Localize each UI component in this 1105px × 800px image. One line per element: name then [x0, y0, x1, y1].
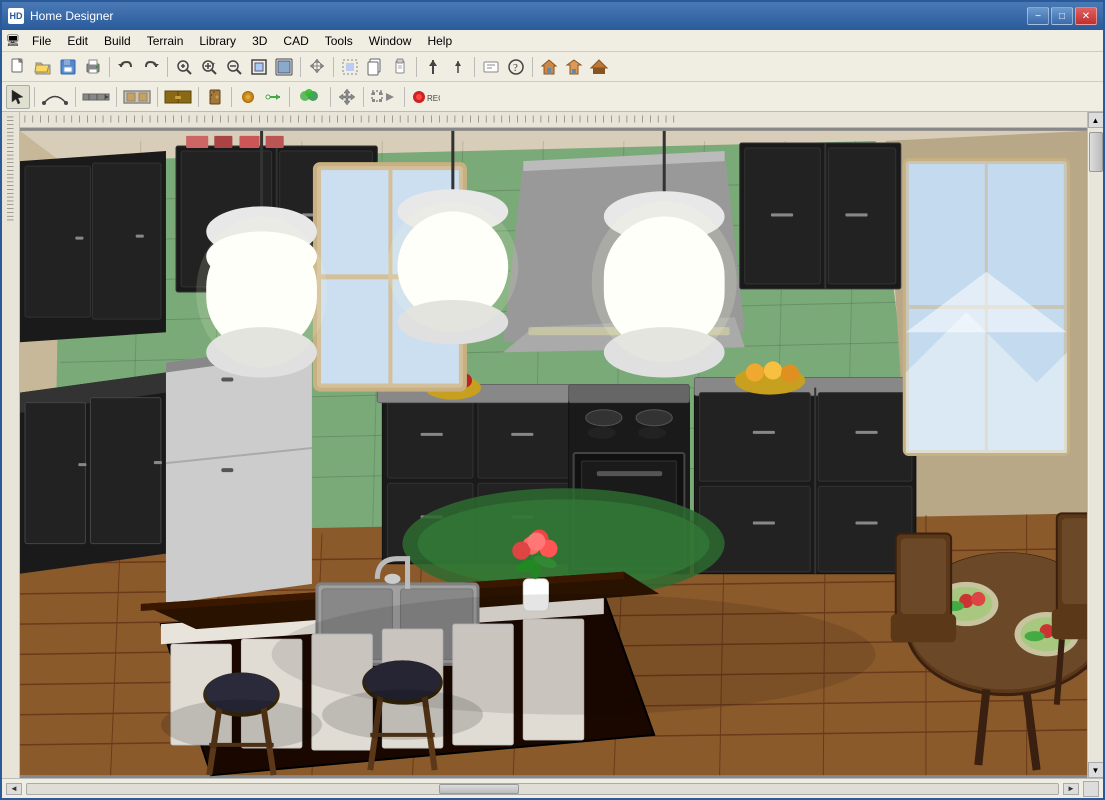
status-bar: ◄ ►	[2, 778, 1103, 798]
texture-tool-button[interactable]	[261, 85, 285, 109]
scroll-track-right[interactable]	[1089, 128, 1103, 762]
menu-build[interactable]: Build	[96, 32, 139, 50]
pan-button[interactable]	[305, 55, 329, 79]
maximize-button[interactable]: □	[1051, 7, 1073, 25]
menu-3d[interactable]: 3D	[244, 32, 275, 50]
save-button[interactable]	[56, 55, 80, 79]
toolbar-main: +	[2, 52, 1103, 82]
app-window: HD Home Designer − □ ✕ 🖥 File Edit Build…	[0, 0, 1105, 800]
sep-t2-5	[198, 87, 199, 107]
arrow-button[interactable]	[421, 55, 445, 79]
top-ruler-marks: ||||||||||||||||||||||||||||||||||||||||…	[24, 116, 681, 123]
copy-button[interactable]	[363, 55, 387, 79]
select-tool-button[interactable]	[6, 85, 30, 109]
separator-1	[109, 57, 110, 77]
menu-tools[interactable]: Tools	[317, 32, 361, 50]
plant-tool-button[interactable]	[294, 85, 326, 109]
select-all-button[interactable]	[338, 55, 362, 79]
room-tool-button[interactable]	[121, 85, 153, 109]
move-up-button[interactable]	[446, 55, 470, 79]
symbol-button[interactable]	[479, 55, 503, 79]
scroll-up-arrow[interactable]: ▲	[1088, 112, 1104, 128]
sep-t2-2	[75, 87, 76, 107]
fill-button[interactable]	[272, 55, 296, 79]
menu-library[interactable]: Library	[191, 32, 244, 50]
cabinet-tool-button[interactable]	[162, 85, 194, 109]
sep-t2-1	[34, 87, 35, 107]
separator-2	[167, 57, 168, 77]
left-ruler-marks: ||||||||||||||||||||||||||||	[7, 114, 14, 221]
h-scroll-left-arrow[interactable]: ◄	[6, 783, 22, 795]
curve-tool-button[interactable]	[39, 85, 71, 109]
canvas-area[interactable]	[20, 128, 1087, 778]
h-scroll-right-arrow[interactable]: ►	[1063, 783, 1079, 795]
menu-bar: 🖥 File Edit Build Terrain Library 3D CAD…	[2, 30, 1103, 52]
menu-help[interactable]: Help	[419, 32, 460, 50]
sep-t2-8	[330, 87, 331, 107]
top-ruler: ||||||||||||||||||||||||||||||||||||||||…	[20, 112, 1087, 128]
main-area: |||||||||||||||||||||||||||| |||||||||||…	[2, 112, 1103, 778]
zoom-in-button[interactable]	[172, 55, 196, 79]
wall-tool-button[interactable]	[80, 85, 112, 109]
undo-button[interactable]	[114, 55, 138, 79]
window-controls: − □ ✕	[1027, 7, 1097, 25]
separator-7	[532, 57, 533, 77]
left-ruler: ||||||||||||||||||||||||||||	[2, 112, 20, 778]
menu-edit[interactable]: Edit	[59, 32, 96, 50]
kitchen-viewport	[20, 128, 1087, 778]
svg-text:?: ?	[513, 62, 518, 74]
house-button[interactable]	[537, 55, 561, 79]
redo-button[interactable]	[139, 55, 163, 79]
sep-t2-6	[231, 87, 232, 107]
door-tool-button[interactable]	[203, 85, 227, 109]
h-scroll-track[interactable]	[26, 783, 1059, 795]
move-tool-button[interactable]	[335, 85, 359, 109]
sep-t2-10	[404, 87, 405, 107]
material-tool-button[interactable]	[236, 85, 260, 109]
separator-3	[300, 57, 301, 77]
open-button[interactable]	[31, 55, 55, 79]
close-button[interactable]: ✕	[1075, 7, 1097, 25]
sep-t2-7	[289, 87, 290, 107]
title-bar: HD Home Designer − □ ✕	[2, 2, 1103, 30]
sep-t2-9	[363, 87, 364, 107]
toolbar-secondary: REC	[2, 82, 1103, 112]
new-button[interactable]	[6, 55, 30, 79]
menu-cad[interactable]: CAD	[275, 32, 316, 50]
sep-t2-3	[116, 87, 117, 107]
system-menu-icon[interactable]: 🖥	[6, 34, 20, 47]
window-title: Home Designer	[30, 9, 1027, 23]
right-scrollbar[interactable]: ▲ ▼	[1087, 112, 1103, 778]
svg-text:REC: REC	[427, 94, 440, 103]
zoom-in2-button[interactable]: +	[197, 55, 221, 79]
app-icon: HD	[8, 8, 24, 24]
separator-6	[474, 57, 475, 77]
menu-window[interactable]: Window	[361, 32, 420, 50]
help-button[interactable]: ?	[504, 55, 528, 79]
minimize-button[interactable]: −	[1027, 7, 1049, 25]
scroll-down-arrow[interactable]: ▼	[1088, 762, 1104, 778]
transform-tool-button[interactable]	[368, 85, 400, 109]
record-button[interactable]: REC	[409, 85, 441, 109]
menu-terrain[interactable]: Terrain	[139, 32, 192, 50]
scroll-corner	[1083, 781, 1099, 797]
fit-button[interactable]	[247, 55, 271, 79]
floorplan-button[interactable]	[562, 55, 586, 79]
roof-button[interactable]	[587, 55, 611, 79]
paste-button[interactable]	[388, 55, 412, 79]
svg-text:+: +	[212, 62, 216, 68]
h-scroll-thumb[interactable]	[439, 784, 519, 794]
sep-t2-4	[157, 87, 158, 107]
menu-file[interactable]: File	[24, 32, 59, 50]
separator-5	[416, 57, 417, 77]
zoom-out-button[interactable]	[222, 55, 246, 79]
scroll-thumb-right[interactable]	[1089, 132, 1103, 172]
separator-4	[333, 57, 334, 77]
print-button[interactable]	[81, 55, 105, 79]
